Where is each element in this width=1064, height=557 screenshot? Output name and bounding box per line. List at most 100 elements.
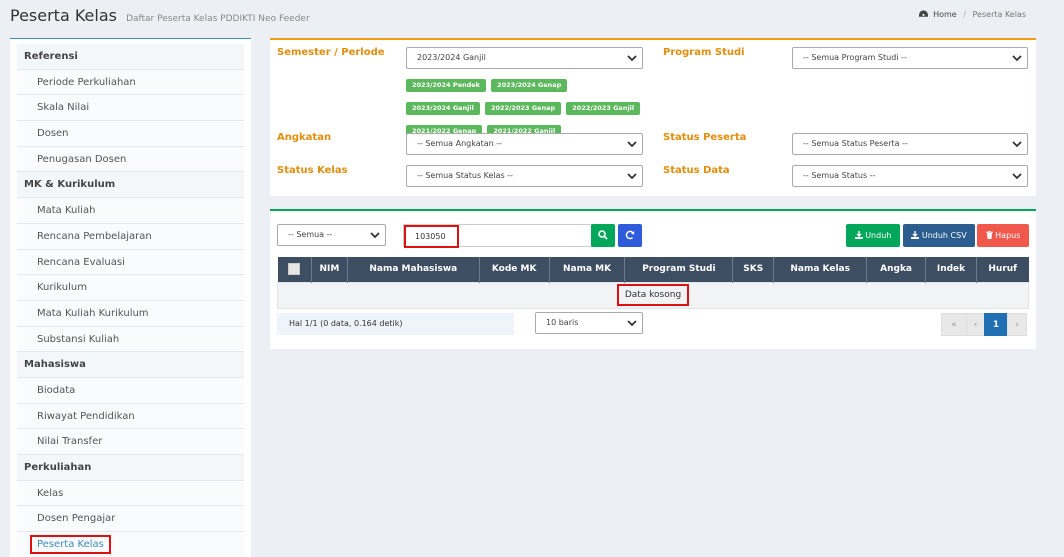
sidebar-item-penugasan-dosen[interactable]: Penugasan Dosen: [17, 146, 244, 173]
semester-chip[interactable]: 2023/2024 Ganjil: [406, 102, 480, 115]
pager-page-1[interactable]: 1: [984, 313, 1008, 336]
search-input-value: 103050: [404, 225, 459, 248]
unduh-csv-button[interactable]: Unduh CSV: [903, 224, 975, 247]
refresh-button[interactable]: [618, 224, 642, 247]
column-header[interactable]: Nama MK: [549, 257, 626, 282]
status-data-label: Status Data: [663, 165, 730, 176]
download-icon: [911, 231, 920, 239]
pager-prev-button[interactable]: ‹: [966, 313, 985, 336]
scope-select[interactable]: -- Semua --: [277, 224, 386, 246]
sidebar-section-mk-kurikulum: MK & Kurikulum: [17, 172, 244, 199]
chevron-down-icon: [370, 232, 380, 239]
prodi-label: Program Studi: [663, 47, 745, 58]
sidebar-item-dosen[interactable]: Dosen: [17, 121, 244, 147]
semester-chip[interactable]: 2023/2024 Pendek: [406, 79, 487, 92]
download-icon: [854, 231, 863, 239]
empty-cell: Data kosong: [277, 281, 1029, 309]
status-peserta-select[interactable]: -- Semua Status Peserta --: [792, 133, 1028, 155]
sidebar-section-referensi: Referensi: [17, 44, 244, 70]
sidebar: Referensi Periode Perkuliahan Skala Nila…: [10, 38, 251, 557]
status-data-select-value: -- Semua Status --: [803, 171, 876, 180]
sidebar-item-peserta-kelas[interactable]: Peserta Kelas: [17, 532, 244, 557]
chevron-down-icon: [627, 141, 637, 148]
rows-per-page-value: 10 baris: [546, 318, 579, 327]
sidebar-item-dosen-pengajar[interactable]: Dosen Pengajar: [17, 506, 244, 533]
prodi-select[interactable]: -- Semua Program Studi --: [792, 47, 1028, 69]
table-row: Data kosong: [277, 281, 1029, 309]
search-input[interactable]: 103050: [403, 224, 592, 248]
sidebar-item-kelas[interactable]: Kelas: [17, 480, 244, 507]
column-header[interactable]: NIM: [311, 257, 348, 282]
semester-chip[interactable]: 2022/2023 Genap: [484, 102, 562, 115]
status-kelas-label: Status Kelas: [277, 165, 348, 176]
sidebar-item-rencana-evaluasi[interactable]: Rencana Evaluasi: [17, 249, 244, 276]
refresh-icon: [625, 230, 635, 240]
chevron-down-icon: [627, 320, 637, 327]
column-header[interactable]: Huruf: [976, 257, 1029, 282]
semester-chip-list: 2023/2024 Pendek 2023/2024 Genap 2023/20…: [406, 72, 642, 141]
semester-select[interactable]: 2023/2024 Ganjil: [406, 47, 643, 69]
column-header[interactable]: Nama Kelas: [773, 257, 868, 282]
sidebar-item-biodata[interactable]: Biodata: [17, 377, 244, 404]
data-panel: -- Semua -- 103050 Unduh Unduh CSV Hapus…: [270, 209, 1036, 349]
column-header[interactable]: Indek: [925, 257, 977, 282]
search-button[interactable]: [591, 224, 615, 247]
sidebar-item-mata-kuliah[interactable]: Mata Kuliah: [17, 198, 244, 224]
status-data-select[interactable]: -- Semua Status --: [792, 165, 1028, 187]
pagination-info: Hal 1/1 (0 data, 0.164 detik): [277, 313, 514, 335]
unduh-button[interactable]: Unduh: [846, 224, 900, 247]
status-kelas-select[interactable]: -- Semua Status Kelas --: [406, 165, 643, 187]
status-kelas-select-value: -- Semua Status Kelas --: [417, 171, 514, 180]
column-header[interactable]: Angka: [866, 257, 927, 282]
semester-chip[interactable]: 2022/2023 Ganjil: [566, 102, 641, 115]
unduh-label: Unduh: [865, 231, 892, 240]
prodi-select-value: -- Semua Program Studi --: [803, 53, 907, 62]
pager-next-button[interactable]: ›: [1007, 313, 1027, 336]
sidebar-item-kurikulum[interactable]: Kurikulum: [17, 275, 244, 301]
sidebar-menu: Referensi Periode Perkuliahan Skala Nila…: [17, 44, 244, 557]
unduh-csv-label: Unduh CSV: [921, 231, 967, 240]
trash-icon: [985, 230, 993, 239]
search-icon: [598, 230, 608, 240]
chevron-down-icon: [1012, 173, 1022, 180]
sidebar-item-nilai-transfer[interactable]: Nilai Transfer: [17, 429, 244, 455]
page-title: Peserta Kelas: [10, 6, 117, 25]
chevron-down-icon: [627, 173, 637, 180]
rows-per-page-select[interactable]: 10 baris: [535, 312, 643, 334]
sidebar-item-periode-perkuliahan[interactable]: Periode Perkuliahan: [17, 69, 244, 96]
status-peserta-label: Status Peserta: [663, 132, 747, 143]
chevron-down-icon: [1012, 55, 1022, 62]
sidebar-item-mata-kuliah-kurikulum[interactable]: Mata Kuliah Kurikulum: [17, 300, 244, 327]
column-header[interactable]: SKS: [732, 257, 775, 282]
breadcrumb: Home / Peserta Kelas: [918, 10, 1026, 19]
chevron-down-icon: [1012, 141, 1022, 148]
select-all-checkbox[interactable]: [288, 263, 301, 276]
dashboard-icon: [918, 10, 928, 17]
column-header[interactable]: Nama Mahasiswa: [347, 257, 480, 282]
angkatan-select-value: -- Semua Angkatan --: [417, 139, 503, 148]
column-header[interactable]: Kode MK: [479, 257, 550, 282]
semester-label: Semester / Perlode: [277, 47, 385, 58]
angkatan-select[interactable]: -- Semua Angkatan --: [406, 133, 643, 155]
semester-select-value: 2023/2024 Ganjil: [417, 53, 486, 62]
pager-first-button[interactable]: «: [941, 313, 967, 336]
hapus-button[interactable]: Hapus: [977, 224, 1029, 247]
table-header-row: NIM Nama Mahasiswa Kode MK Nama MK Progr…: [277, 257, 1029, 282]
page-subtitle: Daftar Peserta Kelas PDDIKTI Neo Feeder: [126, 14, 310, 24]
sidebar-item-skala-nilai[interactable]: Skala Nilai: [17, 95, 244, 122]
breadcrumb-separator: /: [963, 10, 966, 19]
hapus-label: Hapus: [995, 231, 1021, 240]
peserta-table: NIM Nama Mahasiswa Kode MK Nama MK Progr…: [277, 257, 1029, 309]
status-peserta-select-value: -- Semua Status Peserta --: [803, 139, 908, 148]
column-header[interactable]: Program Studi: [624, 257, 734, 282]
chevron-down-icon: [627, 55, 637, 62]
angkatan-label: Angkatan: [277, 132, 332, 143]
breadcrumb-current: Peserta Kelas: [972, 10, 1026, 19]
breadcrumb-home[interactable]: Home: [933, 10, 957, 19]
sidebar-item-riwayat-pendidikan[interactable]: Riwayat Pendidikan: [17, 403, 244, 430]
sidebar-item-label: Peserta Kelas: [30, 535, 111, 555]
sidebar-item-rencana-pembelajaran[interactable]: Rencana Pembelajaran: [17, 223, 244, 250]
semester-chip[interactable]: 2023/2024 Genap: [491, 79, 568, 92]
sidebar-section-perkuliahan: Perkuliahan: [17, 455, 244, 481]
sidebar-item-substansi-kuliah[interactable]: Substansi Kuliah: [17, 326, 244, 353]
